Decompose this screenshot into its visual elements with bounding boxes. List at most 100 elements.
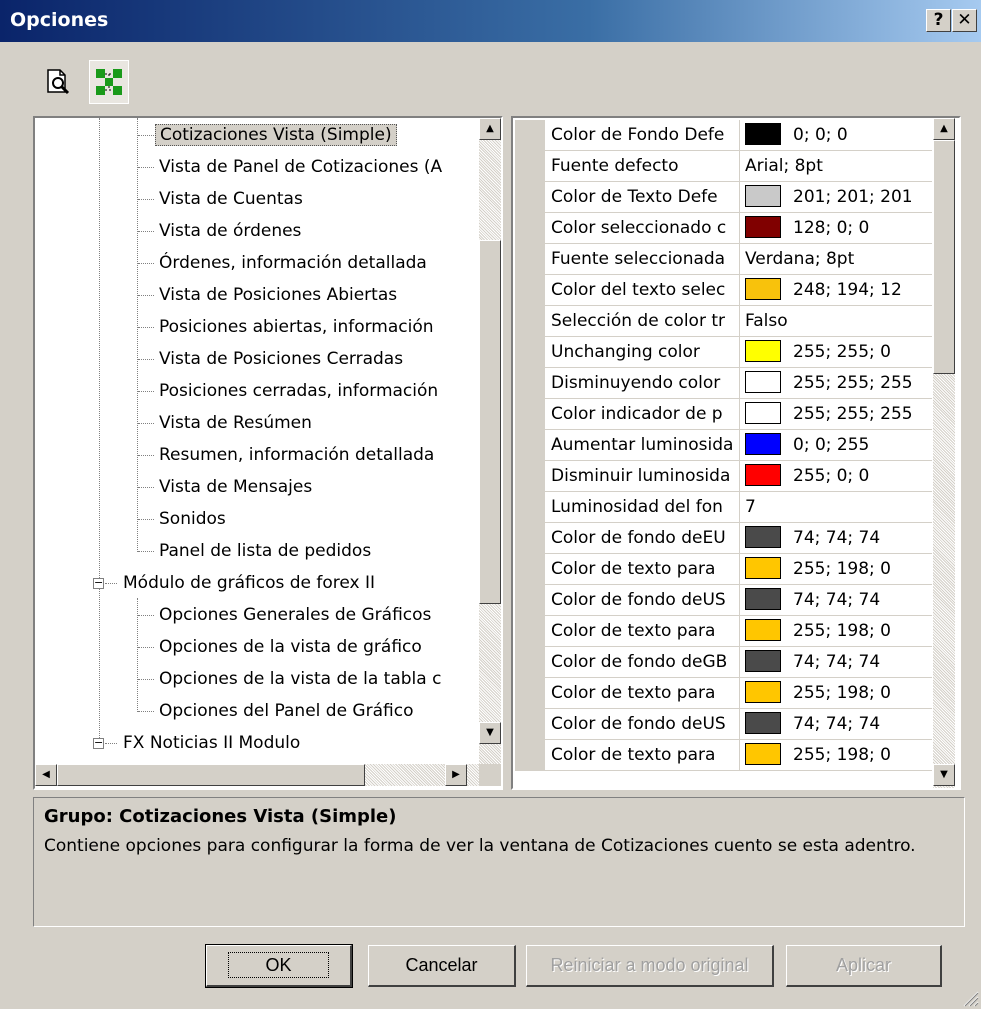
property-value[interactable]: 255; 255; 255 (741, 399, 932, 429)
scroll-up-button[interactable]: ▲ (479, 118, 501, 140)
property-row[interactable]: Color de fondo deEU 74; 74; 74 (515, 523, 932, 554)
collapse-icon[interactable]: − (93, 737, 104, 749)
reset-button[interactable]: Reiniciar a modo original (526, 945, 774, 987)
tree-connector (138, 647, 154, 648)
tree-view-button[interactable] (89, 60, 129, 104)
tree-item[interactable]: Vista de Cuentas (155, 184, 479, 214)
scroll-left-button[interactable]: ◀ (35, 764, 57, 786)
property-value[interactable]: 248; 194; 12 (741, 275, 932, 305)
color-swatch (745, 680, 781, 703)
resize-grip-icon[interactable] (961, 989, 979, 1007)
property-gutter (515, 585, 545, 616)
tree-item[interactable]: Vista de Resúmen (155, 408, 479, 438)
scroll-down-button[interactable]: ▼ (933, 764, 955, 786)
title-bar[interactable]: Opciones ? ✕ (0, 0, 981, 42)
property-row[interactable]: Color de Fondo Defe 0; 0; 0 (515, 120, 932, 151)
scroll-thumb[interactable] (933, 140, 955, 374)
property-row[interactable]: Luminosidad del fon 7 (515, 492, 932, 523)
close-button[interactable]: ✕ (952, 9, 977, 32)
property-value[interactable]: 255; 198; 0 (741, 616, 932, 646)
property-value[interactable]: 7 (741, 492, 932, 522)
property-value[interactable]: Arial; 8pt (741, 151, 932, 181)
property-value-text: Verdana; 8pt (745, 249, 855, 269)
property-value-text: 0; 0; 255 (793, 435, 870, 455)
property-row[interactable]: Selección de color tr Falso (515, 306, 932, 337)
property-value[interactable]: 255; 198; 0 (741, 554, 932, 584)
property-grid[interactable]: Color de Fondo Defe 0; 0; 0 Fuente defecto… (511, 116, 961, 790)
property-name: Fuente defecto (545, 151, 740, 181)
tree-item[interactable]: Sonidos (155, 504, 479, 534)
property-row[interactable]: Color de fondo deUS 74; 74; 74 (515, 585, 932, 616)
property-value[interactable]: 74; 74; 74 (741, 709, 932, 739)
tree-item[interactable]: Opciones de la vista de la tabla c (155, 664, 479, 694)
scroll-thumb[interactable] (57, 764, 365, 786)
property-row[interactable]: Fuente seleccionada Verdana; 8pt (515, 244, 932, 275)
tree-item[interactable]: Panel de lista de pedidos (155, 536, 479, 566)
property-value[interactable]: 201; 201; 201 (741, 182, 932, 212)
property-value[interactable]: 255; 0; 0 (741, 461, 932, 491)
property-row[interactable]: Unchanging color 255; 255; 0 (515, 337, 932, 368)
tree-item-label: Posiciones cerradas, información (159, 381, 439, 401)
property-value-text: 255; 198; 0 (793, 745, 891, 765)
property-row[interactable]: Disminuyendo color 255; 255; 255 (515, 368, 932, 399)
tree-group-node[interactable]: Módulo de gráficos de forex II (119, 568, 479, 598)
tree-item[interactable]: Órdenes, información detallada (155, 248, 479, 278)
property-value[interactable]: 128; 0; 0 (741, 213, 932, 243)
tree-group-node[interactable]: FX Noticias II Modulo (119, 728, 479, 758)
property-row[interactable]: Aumentar luminosida 0; 0; 255 (515, 430, 932, 461)
ok-button[interactable]: OK (205, 944, 353, 988)
property-row[interactable]: Color de fondo deUS 74; 74; 74 (515, 709, 932, 740)
property-row[interactable]: Color de fondo deGB 74; 74; 74 (515, 647, 932, 678)
preview-button[interactable] (38, 60, 78, 104)
property-value[interactable]: Falso (741, 306, 932, 336)
tree-item[interactable]: Posiciones cerradas, información (155, 376, 479, 406)
property-row[interactable]: Color seleccionado c 128; 0; 0 (515, 213, 932, 244)
scroll-down-button[interactable]: ▼ (479, 722, 501, 744)
tree-item[interactable]: Vista de Posiciones Abiertas (155, 280, 479, 310)
property-value-text: 0; 0; 0 (793, 125, 848, 145)
tree-item-label: Órdenes, información detallada (159, 253, 427, 273)
apply-button[interactable]: Aplicar (786, 945, 942, 987)
tree-item[interactable]: Resumen, información detallada (155, 440, 479, 470)
property-value[interactable]: 255; 198; 0 (741, 678, 932, 708)
property-value[interactable]: 255; 198; 0 (741, 740, 932, 770)
property-name: Color indicador de p (545, 399, 740, 429)
tree-item[interactable]: Posiciones abiertas, información (155, 312, 479, 342)
options-tree[interactable]: Cotizaciones Vista (Simple) Vista de Pane… (33, 116, 503, 790)
scroll-up-button[interactable]: ▲ (933, 118, 955, 140)
tree-item[interactable]: Vista de órdenes (155, 216, 479, 246)
property-value[interactable]: 74; 74; 74 (741, 523, 932, 553)
property-value[interactable]: 255; 255; 0 (741, 337, 932, 367)
tree-item[interactable]: Vista de Posiciones Cerradas (155, 344, 479, 374)
tree-item[interactable]: Vista de Mensajes (155, 472, 479, 502)
property-row[interactable]: Color de texto para 255; 198; 0 (515, 554, 932, 585)
help-button[interactable]: ? (926, 9, 951, 32)
property-row[interactable]: Color del texto selec 248; 194; 12 (515, 275, 932, 306)
property-value[interactable]: 0; 0; 255 (741, 430, 932, 460)
property-value[interactable]: 74; 74; 74 (741, 585, 932, 615)
cancel-button[interactable]: Cancelar (368, 945, 516, 987)
scroll-thumb[interactable] (479, 240, 501, 604)
tree-item[interactable]: Opciones de la vista de gráfico (155, 632, 479, 662)
property-value[interactable]: 0; 0; 0 (741, 120, 932, 150)
property-value[interactable]: 255; 255; 255 (741, 368, 932, 398)
tree-vertical-scrollbar[interactable]: ▲ ▼ (479, 118, 501, 764)
tree-item[interactable]: Vista de Panel de Cotizaciones (A (155, 152, 479, 182)
property-row[interactable]: Color de texto para 255; 198; 0 (515, 616, 932, 647)
property-row[interactable]: Disminuir luminosida 255; 0; 0 (515, 461, 932, 492)
collapse-icon[interactable]: − (93, 577, 104, 589)
scroll-right-button[interactable]: ▶ (445, 764, 467, 786)
property-row[interactable]: Color de Texto Defe 201; 201; 201 (515, 182, 932, 213)
property-row[interactable]: Color de texto para 255; 198; 0 (515, 678, 932, 709)
tree-item[interactable]: Opciones del Panel de Gráfico (155, 696, 479, 726)
tree-item[interactable]: Cotizaciones Vista (Simple) (155, 120, 479, 150)
property-row[interactable]: Fuente defecto Arial; 8pt (515, 151, 932, 182)
property-value[interactable]: Verdana; 8pt (741, 244, 932, 274)
property-value-text: 248; 194; 12 (793, 280, 902, 300)
property-row[interactable]: Color de texto para 255; 198; 0 (515, 740, 932, 771)
tree-item[interactable]: Opciones Generales de Gráficos (155, 600, 479, 630)
property-row[interactable]: Color indicador de p 255; 255; 255 (515, 399, 932, 430)
property-vertical-scrollbar[interactable]: ▲ ▼ (933, 118, 955, 788)
property-value[interactable]: 74; 74; 74 (741, 647, 932, 677)
tree-horizontal-scrollbar[interactable]: ◀ ▶ (35, 764, 479, 786)
